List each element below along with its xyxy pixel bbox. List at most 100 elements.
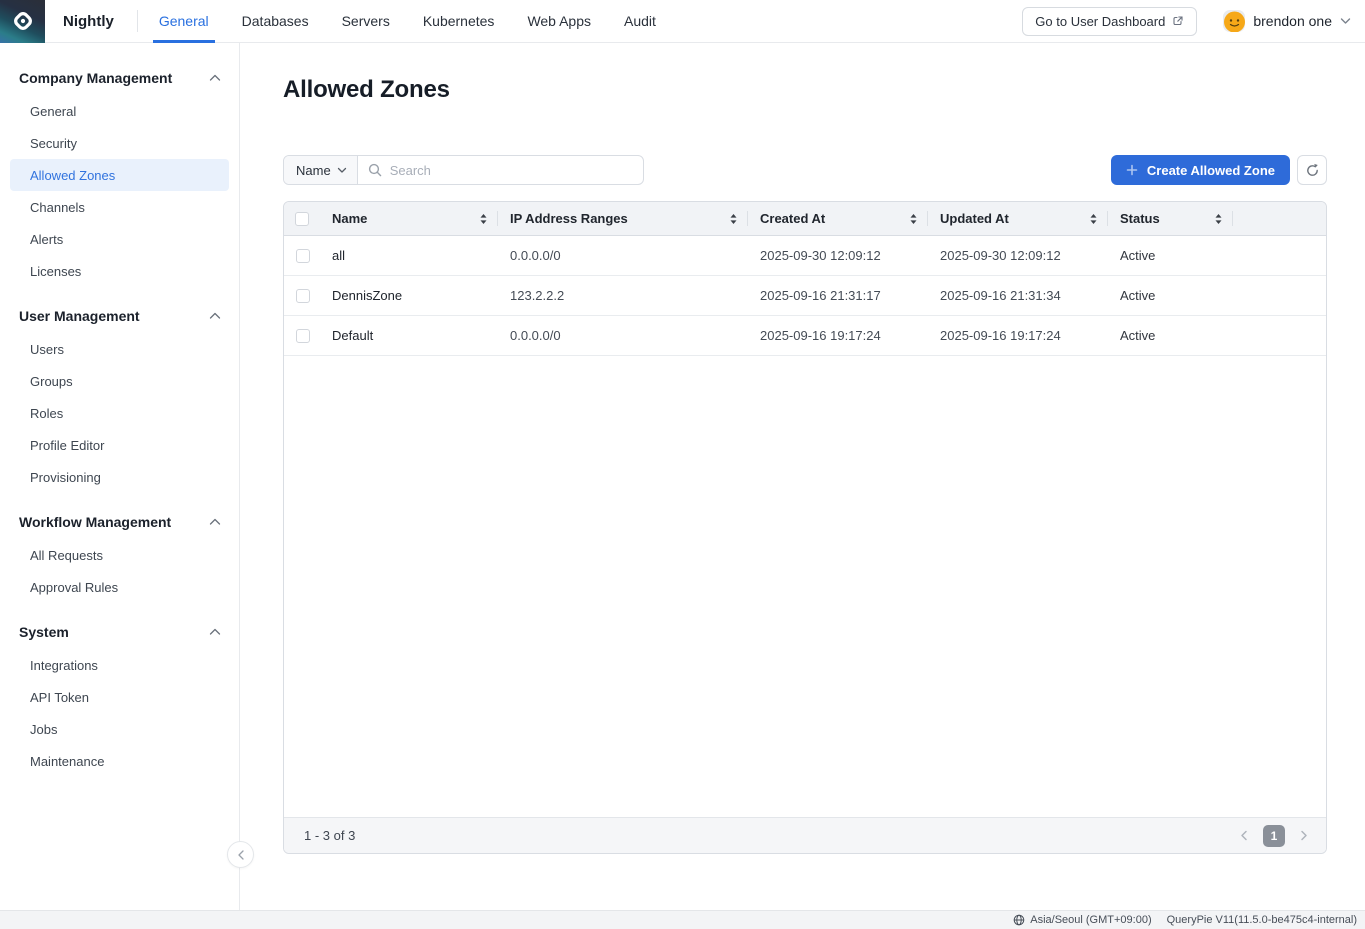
cell-name: DennisZone: [320, 276, 498, 315]
tab-kubernetes[interactable]: Kubernetes: [423, 0, 495, 43]
querypie-logo-icon: [10, 8, 36, 34]
sidebar-section-user-management: User Management Users Groups Roles Profi…: [0, 299, 239, 493]
cell-name: Default: [320, 316, 498, 355]
sidebar-item-general[interactable]: General: [10, 95, 229, 127]
row-checkbox-cell: [284, 276, 320, 315]
user-menu[interactable]: brendon one: [1223, 10, 1351, 32]
column-header-updated-at[interactable]: Updated At: [928, 202, 1108, 235]
tab-web-apps[interactable]: Web Apps: [527, 0, 591, 43]
sidebar-item-maintenance[interactable]: Maintenance: [10, 745, 229, 777]
sidebar-item-alerts[interactable]: Alerts: [10, 223, 229, 255]
column-header-ip-address-ranges[interactable]: IP Address Ranges: [498, 202, 748, 235]
avatar: [1223, 10, 1245, 32]
main-content: Allowed Zones Name: [241, 43, 1365, 910]
table-footer: 1 - 3 of 3 1: [284, 817, 1326, 853]
sidebar-item-all-requests[interactable]: All Requests: [10, 539, 229, 571]
row-range-label: 1 - 3 of 3: [304, 828, 355, 843]
querypie-logo[interactable]: [0, 0, 45, 43]
sort-icon[interactable]: [729, 213, 738, 225]
sidebar-item-roles[interactable]: Roles: [10, 397, 229, 429]
column-header-name[interactable]: Name: [320, 202, 498, 235]
filter-search-control: Name: [283, 155, 644, 185]
sort-icon[interactable]: [909, 213, 918, 225]
section-title: User Management: [19, 308, 140, 324]
search-input[interactable]: [390, 163, 633, 178]
sidebar-collapse-button[interactable]: [227, 841, 254, 868]
chevron-up-icon: [209, 628, 221, 636]
table-header-row: Name IP Address Ranges Created At: [284, 202, 1326, 236]
timezone-indicator[interactable]: Asia/Seoul (GMT+09:00): [1013, 914, 1151, 926]
go-to-user-dashboard-button[interactable]: Go to User Dashboard: [1022, 7, 1197, 36]
environment-label: Nightly: [63, 13, 114, 30]
tab-databases[interactable]: Databases: [242, 0, 309, 43]
column-header-status[interactable]: Status: [1108, 202, 1233, 235]
sidebar-item-licenses[interactable]: Licenses: [10, 255, 229, 287]
cell-ip-address-ranges: 0.0.0.0/0: [498, 236, 748, 275]
go-to-user-dashboard-label: Go to User Dashboard: [1035, 14, 1165, 29]
table-row[interactable]: Default 0.0.0.0/0 2025-09-16 19:17:24 20…: [284, 316, 1326, 356]
select-all-checkbox[interactable]: [295, 212, 309, 226]
cell-updated-at: 2025-09-16 19:17:24: [928, 316, 1108, 355]
sidebar-item-groups[interactable]: Groups: [10, 365, 229, 397]
sidebar-section-system: System Integrations API Token Jobs Maint…: [0, 615, 239, 777]
chevron-left-icon: [1240, 830, 1248, 841]
cell-ip-address-ranges: 123.2.2.2: [498, 276, 748, 315]
section-title: System: [19, 624, 69, 640]
tab-audit[interactable]: Audit: [624, 0, 656, 43]
sidebar-section-workflow-management: Workflow Management All Requests Approva…: [0, 505, 239, 603]
external-link-icon: [1172, 15, 1184, 27]
section-header-workflow-management[interactable]: Workflow Management: [0, 505, 239, 539]
section-header-company-management[interactable]: Company Management: [0, 61, 239, 95]
status-bar: Asia/Seoul (GMT+09:00) QueryPie V11(11.5…: [0, 910, 1365, 929]
sidebar-item-integrations[interactable]: Integrations: [10, 649, 229, 681]
sidebar-item-users[interactable]: Users: [10, 333, 229, 365]
column-header-actions: [1233, 202, 1326, 235]
cell-status: Active: [1108, 316, 1233, 355]
chevron-down-icon: [1340, 17, 1351, 25]
cell-name: all: [320, 236, 498, 275]
table-row[interactable]: all 0.0.0.0/0 2025-09-30 12:09:12 2025-0…: [284, 236, 1326, 276]
refresh-button[interactable]: [1297, 155, 1327, 185]
cell-ip-address-ranges: 0.0.0.0/0: [498, 316, 748, 355]
tab-servers[interactable]: Servers: [342, 0, 390, 43]
search-box: [358, 156, 643, 184]
globe-icon: [1013, 914, 1025, 926]
user-name: brendon one: [1253, 13, 1332, 29]
tab-general[interactable]: General: [159, 0, 209, 43]
cell-updated-at: 2025-09-16 21:31:34: [928, 276, 1108, 315]
version-label: QueryPie V11(11.5.0-be475c4-internal): [1167, 914, 1357, 926]
timezone-label: Asia/Seoul (GMT+09:00): [1030, 914, 1151, 926]
chevron-left-icon: [237, 850, 245, 860]
sort-icon[interactable]: [479, 213, 488, 225]
sidebar-item-api-token[interactable]: API Token: [10, 681, 229, 713]
previous-page-button[interactable]: [1234, 826, 1254, 846]
section-header-system[interactable]: System: [0, 615, 239, 649]
row-checkbox[interactable]: [296, 249, 310, 263]
sidebar-item-allowed-zones[interactable]: Allowed Zones: [10, 159, 229, 191]
row-checkbox[interactable]: [296, 329, 310, 343]
divider: [137, 10, 138, 32]
sort-icon[interactable]: [1089, 213, 1098, 225]
section-header-user-management[interactable]: User Management: [0, 299, 239, 333]
sidebar-item-jobs[interactable]: Jobs: [10, 713, 229, 745]
header-checkbox-cell: [284, 202, 320, 235]
page-number-button[interactable]: 1: [1263, 825, 1285, 847]
filter-field-dropdown[interactable]: Name: [284, 156, 358, 184]
table-toolbar: Name Create: [283, 155, 1327, 185]
table-row[interactable]: DennisZone 123.2.2.2 2025-09-16 21:31:17…: [284, 276, 1326, 316]
plus-icon: [1126, 164, 1138, 176]
next-page-button[interactable]: [1294, 826, 1314, 846]
chevron-right-icon: [1300, 830, 1308, 841]
sidebar-item-channels[interactable]: Channels: [10, 191, 229, 223]
create-allowed-zone-button[interactable]: Create Allowed Zone: [1111, 155, 1290, 185]
column-header-created-at[interactable]: Created At: [748, 202, 928, 235]
cell-created-at: 2025-09-16 21:31:17: [748, 276, 928, 315]
cell-actions: [1233, 236, 1326, 275]
cell-actions: [1233, 276, 1326, 315]
sidebar-item-approval-rules[interactable]: Approval Rules: [10, 571, 229, 603]
sidebar-item-provisioning[interactable]: Provisioning: [10, 461, 229, 493]
sidebar-item-security[interactable]: Security: [10, 127, 229, 159]
sort-icon[interactable]: [1214, 213, 1223, 225]
row-checkbox[interactable]: [296, 289, 310, 303]
sidebar-item-profile-editor[interactable]: Profile Editor: [10, 429, 229, 461]
